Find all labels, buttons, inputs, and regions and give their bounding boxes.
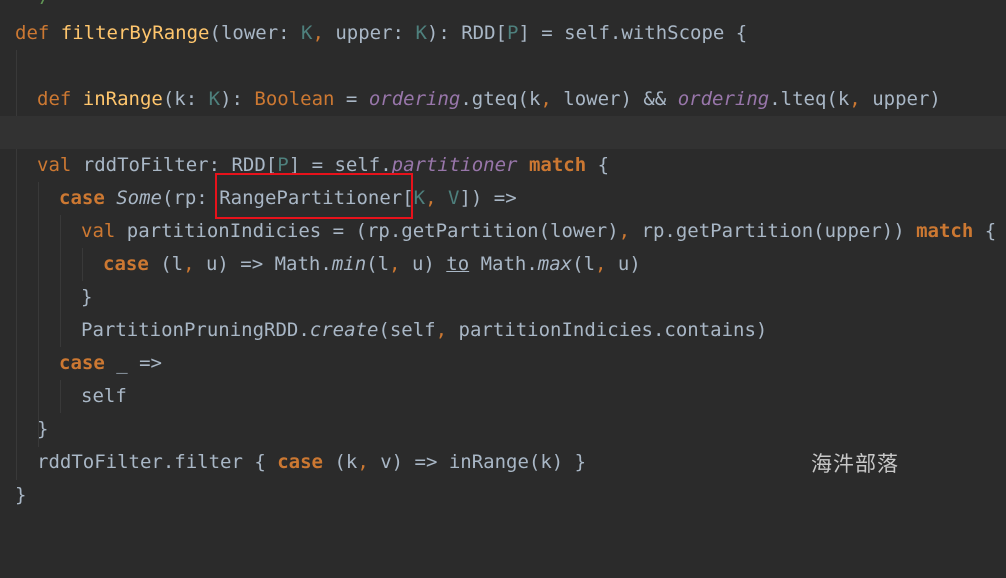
code-text: = — [334, 88, 369, 110]
code-line-10: PartitionPruningRDD.create(self, partiti… — [0, 314, 1006, 347]
keyword-def: def — [37, 88, 72, 110]
keyword-val: val — [37, 154, 72, 176]
current-line-highlight — [0, 116, 1006, 149]
method-create: create — [309, 319, 379, 341]
code-text: { — [586, 154, 610, 176]
code-text: ): — [220, 88, 255, 110]
code-editor[interactable]: */ def filterByRange(lower: K, upper: K)… — [0, 0, 1006, 510]
code-line-3: def inRange(k: K): Boolean = ordering.gt… — [0, 83, 1006, 116]
type-param: K — [415, 22, 427, 44]
code-text: u) — [400, 253, 447, 275]
method-min: min — [331, 253, 367, 275]
code-text: partitionIndicies = (rp.getPartition(low… — [115, 220, 619, 242]
code-text: (l — [148, 253, 184, 275]
keyword-case: case — [103, 253, 149, 275]
keyword-def: def — [15, 22, 50, 44]
code-text: ): RDD[ — [426, 22, 507, 44]
code-line-6: case Some(rp: RangePartitioner[K, V]) => — [0, 182, 1006, 215]
keyword-case: case — [59, 352, 105, 374]
keyword-match: match — [528, 154, 587, 176]
code-text: (l — [366, 253, 390, 275]
code-line-13: } — [0, 413, 1006, 446]
annotation-highlight-box — [215, 173, 413, 219]
code-text: (rp: — [161, 187, 220, 209]
method-max: max — [537, 253, 573, 275]
type-boolean: Boolean — [254, 88, 335, 110]
comma: , — [312, 22, 324, 44]
keyword-case: case — [59, 187, 105, 209]
code-text: .lteq(k — [769, 88, 850, 110]
field-ordering: ordering — [677, 88, 770, 110]
code-text: (k: — [162, 88, 209, 110]
comma: , — [425, 187, 437, 209]
code-line-11: case _ => — [0, 347, 1006, 380]
code-text: partitionIndicies.contains) — [447, 319, 768, 341]
code-text: rp.getPartition(upper)) — [630, 220, 917, 242]
code-line-5: val rddToFilter: RDD[P] = self.partition… — [0, 149, 1006, 182]
code-text: (k — [322, 451, 358, 473]
code-text: v) => inRange(k) } — [368, 451, 587, 473]
closing-brace: } — [81, 286, 93, 308]
code-text: (lower: — [209, 22, 302, 44]
comma: , — [183, 253, 195, 275]
type-param: K — [413, 187, 426, 209]
code-text: lower) && — [551, 88, 678, 110]
type-param: K — [301, 22, 313, 44]
type-param: K — [208, 88, 221, 110]
code-line-1: def filterByRange(lower: K, upper: K): R… — [0, 17, 1006, 50]
comma: , — [595, 253, 607, 275]
code-line-9: } — [0, 281, 1006, 314]
code-text: (self — [378, 319, 436, 341]
code-line-7: val partitionIndicies = (rp.getPartition… — [0, 215, 1006, 248]
code-text: ]) => — [459, 187, 517, 209]
code-text: u) => Math. — [194, 253, 332, 275]
watermark-text: 海汼部落 — [811, 452, 899, 476]
code-line-8: case (l, u) => Math.min(l, u) to Math.ma… — [0, 248, 1006, 281]
code-text: upper) — [860, 88, 941, 110]
comment-end: */ — [28, 0, 51, 13]
code-text: upper: — [323, 22, 416, 44]
comma: , — [389, 253, 401, 275]
closing-brace: } — [15, 484, 27, 506]
class-some: Some — [116, 187, 162, 209]
comma: , — [435, 319, 448, 341]
type-param: P — [506, 22, 519, 44]
comma: , — [618, 220, 631, 242]
comma: , — [357, 451, 369, 473]
keyword-case: case — [277, 451, 323, 473]
comma: , — [540, 88, 552, 110]
code-text: ] = self.withScope { — [518, 22, 748, 44]
closing-brace: } — [37, 418, 49, 440]
code-line-comment: */ — [0, 0, 1006, 13]
type-param: V — [448, 187, 460, 209]
keyword-match: match — [916, 220, 974, 242]
method-to: to — [446, 253, 470, 275]
code-text: { — [973, 220, 997, 242]
code-text: (l — [572, 253, 596, 275]
code-line-15: } — [0, 479, 1006, 512]
field-ordering: ordering — [368, 88, 461, 110]
code-text: u) — [606, 253, 641, 275]
code-text: _ => — [104, 352, 162, 374]
comma: , — [849, 88, 861, 110]
code-text: rddToFilter.filter { — [37, 451, 278, 473]
code-text: .gteq(k — [460, 88, 541, 110]
function-name: inRange — [82, 88, 163, 110]
code-text: self — [81, 385, 127, 407]
code-line-12: self — [0, 380, 1006, 413]
code-text: PartitionPruningRDD. — [81, 319, 310, 341]
keyword-val: val — [81, 220, 116, 242]
code-text: Math. — [469, 253, 538, 275]
function-name: filterByRange — [60, 22, 210, 44]
